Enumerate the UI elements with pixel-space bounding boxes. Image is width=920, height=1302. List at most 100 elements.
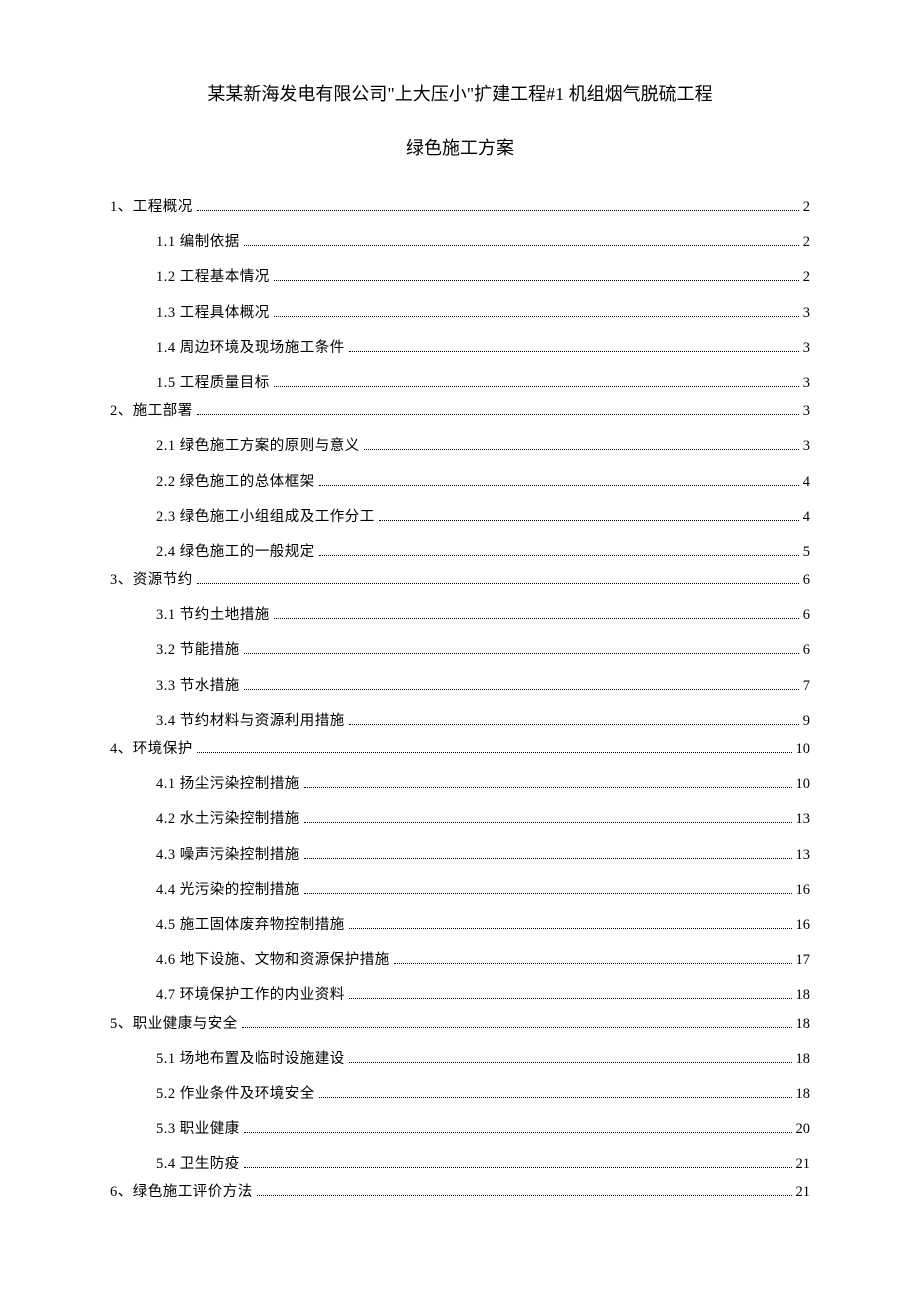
- toc-entry-label: 2.2 绿色施工的总体框架: [156, 471, 315, 494]
- toc-entry-label: 3.1 节约土地措施: [156, 604, 270, 627]
- toc-entry: 4、环境保护 10: [110, 738, 810, 761]
- toc-entry: 6、绿色施工评价方法 21: [110, 1181, 810, 1204]
- toc-leader-dots: [349, 1062, 792, 1063]
- toc-leader-dots: [319, 555, 799, 556]
- toc-entry-label: 5.3 职业健康: [156, 1118, 240, 1141]
- toc-entry: 1.1 编制依据2: [110, 231, 810, 254]
- toc-entry-label: 2.1 绿色施工方案的原则与意义: [156, 435, 360, 458]
- toc-leader-dots: [394, 963, 792, 964]
- toc-entry-label: 2.3 绿色施工小组组成及工作分工: [156, 506, 375, 529]
- toc-leader-dots: [244, 1132, 792, 1133]
- toc-leader-dots: [379, 520, 799, 521]
- toc-leader-dots: [257, 1195, 792, 1196]
- toc-entry-page: 3: [803, 302, 810, 325]
- toc-entry-label: 4、环境保护: [110, 738, 193, 761]
- toc-leader-dots: [364, 449, 799, 450]
- toc-entry-label: 5.1 场地布置及临时设施建设: [156, 1048, 345, 1071]
- toc-entry: 4.1 扬尘污染控制措施10: [110, 773, 810, 796]
- toc-entry-page: 18: [796, 1083, 811, 1106]
- toc-entry: 5.2 作业条件及环境安全18: [110, 1083, 810, 1106]
- toc-entry: 3.4 节约材料与资源利用措施 9: [110, 710, 810, 733]
- toc-leader-dots: [304, 822, 792, 823]
- toc-entry-page: 17: [796, 949, 811, 972]
- toc-entry: 5、职业健康与安全 18: [110, 1013, 810, 1036]
- toc-leader-dots: [304, 858, 792, 859]
- toc-entry-label: 2、施工部署: [110, 400, 193, 423]
- toc-entry-page: 4: [803, 471, 810, 494]
- toc-leader-dots: [242, 1027, 792, 1028]
- toc-leader-dots: [274, 316, 799, 317]
- toc-entry-label: 5.4 卫生防疫: [156, 1153, 240, 1176]
- toc-leader-dots: [349, 724, 799, 725]
- toc-leader-dots: [349, 351, 799, 352]
- toc-entry: 3.2 节能措施 6: [110, 639, 810, 662]
- toc-entry-page: 4: [803, 506, 810, 529]
- toc-entry-label: 4.3 噪声污染控制措施: [156, 844, 300, 867]
- toc-entry: 3.3 节水措施 7: [110, 675, 810, 698]
- document-title-line1: 某某新海发电有限公司"上大压小"扩建工程#1 机组烟气脱硫工程: [110, 80, 810, 106]
- toc-entry-label: 1.2 工程基本情况: [156, 266, 270, 289]
- toc-entry: 4.5 施工固体废弃物控制措施 16: [110, 914, 810, 937]
- toc-leader-dots: [319, 485, 799, 486]
- toc-entry: 2.2 绿色施工的总体框架 4: [110, 471, 810, 494]
- toc-entry: 3、资源节约6: [110, 569, 810, 592]
- toc-entry-label: 4.7 环境保护工作的内业资料: [156, 984, 345, 1007]
- toc-entry: 4.4 光污染的控制措施 16: [110, 879, 810, 902]
- toc-entry-label: 1.4 周边环境及现场施工条件: [156, 337, 345, 360]
- toc-entry-label: 1.3 工程具体概况: [156, 302, 270, 325]
- toc-entry-page: 16: [796, 914, 811, 937]
- toc-leader-dots: [197, 210, 799, 211]
- toc-entry-page: 2: [803, 196, 810, 219]
- toc-entry-page: 20: [796, 1118, 811, 1141]
- toc-entry: 5.1 场地布置及临时设施建设 18: [110, 1048, 810, 1071]
- toc-entry: 2.4 绿色施工的一般规定 5: [110, 541, 810, 564]
- toc-leader-dots: [244, 689, 799, 690]
- toc-leader-dots: [274, 280, 799, 281]
- toc-entry-page: 6: [803, 604, 810, 627]
- toc-entry-label: 2.4 绿色施工的一般规定: [156, 541, 315, 564]
- toc-entry: 1.3 工程具体概况 3: [110, 302, 810, 325]
- toc-entry-label: 3.4 节约材料与资源利用措施: [156, 710, 345, 733]
- toc-leader-dots: [244, 1167, 792, 1168]
- toc-entry-page: 7: [803, 675, 810, 698]
- toc-entry-label: 3.2 节能措施: [156, 639, 240, 662]
- toc-leader-dots: [197, 583, 799, 584]
- toc-entry: 1.5 工程质量目标3: [110, 372, 810, 395]
- toc-entry-page: 18: [796, 1013, 811, 1036]
- toc-leader-dots: [197, 752, 792, 753]
- toc-entry-page: 18: [796, 1048, 811, 1071]
- toc-entry-page: 10: [796, 738, 811, 761]
- toc-entry: 1、工程概况2: [110, 196, 810, 219]
- toc-leader-dots: [244, 245, 799, 246]
- toc-entry-page: 6: [803, 639, 810, 662]
- toc-entry: 4.6 地下设施、文物和资源保护措施17: [110, 949, 810, 972]
- toc-entry: 2、施工部署 3: [110, 400, 810, 423]
- toc-entry-page: 3: [803, 400, 810, 423]
- toc-entry-label: 5、职业健康与安全: [110, 1013, 238, 1036]
- toc-leader-dots: [349, 998, 792, 999]
- toc-entry-page: 3: [803, 372, 810, 395]
- toc-entry: 5.3 职业健康 20: [110, 1118, 810, 1141]
- toc-entry-page: 3: [803, 435, 810, 458]
- toc-entry-label: 4.1 扬尘污染控制措施: [156, 773, 300, 796]
- document-title-line2: 绿色施工方案: [110, 134, 810, 160]
- toc-entry-label: 6、绿色施工评价方法: [110, 1181, 253, 1204]
- toc-entry-page: 21: [796, 1153, 811, 1176]
- toc-entry-page: 5: [803, 541, 810, 564]
- toc-entry-label: 4.5 施工固体废弃物控制措施: [156, 914, 345, 937]
- toc-entry-label: 4.2 水土污染控制措施: [156, 808, 300, 831]
- toc-entry: 2.3 绿色施工小组组成及工作分工 4: [110, 506, 810, 529]
- toc-entry: 4.7 环境保护工作的内业资料 18: [110, 984, 810, 1007]
- toc-entry-label: 3.3 节水措施: [156, 675, 240, 698]
- toc-entry-page: 18: [796, 984, 811, 1007]
- toc-entry-page: 6: [803, 569, 810, 592]
- toc-leader-dots: [319, 1097, 792, 1098]
- toc-entry-page: 21: [796, 1181, 811, 1204]
- toc-entry-page: 16: [796, 879, 811, 902]
- toc-entry-page: 9: [803, 710, 810, 733]
- toc-leader-dots: [304, 787, 792, 788]
- toc-leader-dots: [349, 928, 792, 929]
- toc-entry-label: 4.4 光污染的控制措施: [156, 879, 300, 902]
- toc-entry-page: 3: [803, 337, 810, 360]
- toc-entry-label: 1.1 编制依据: [156, 231, 240, 254]
